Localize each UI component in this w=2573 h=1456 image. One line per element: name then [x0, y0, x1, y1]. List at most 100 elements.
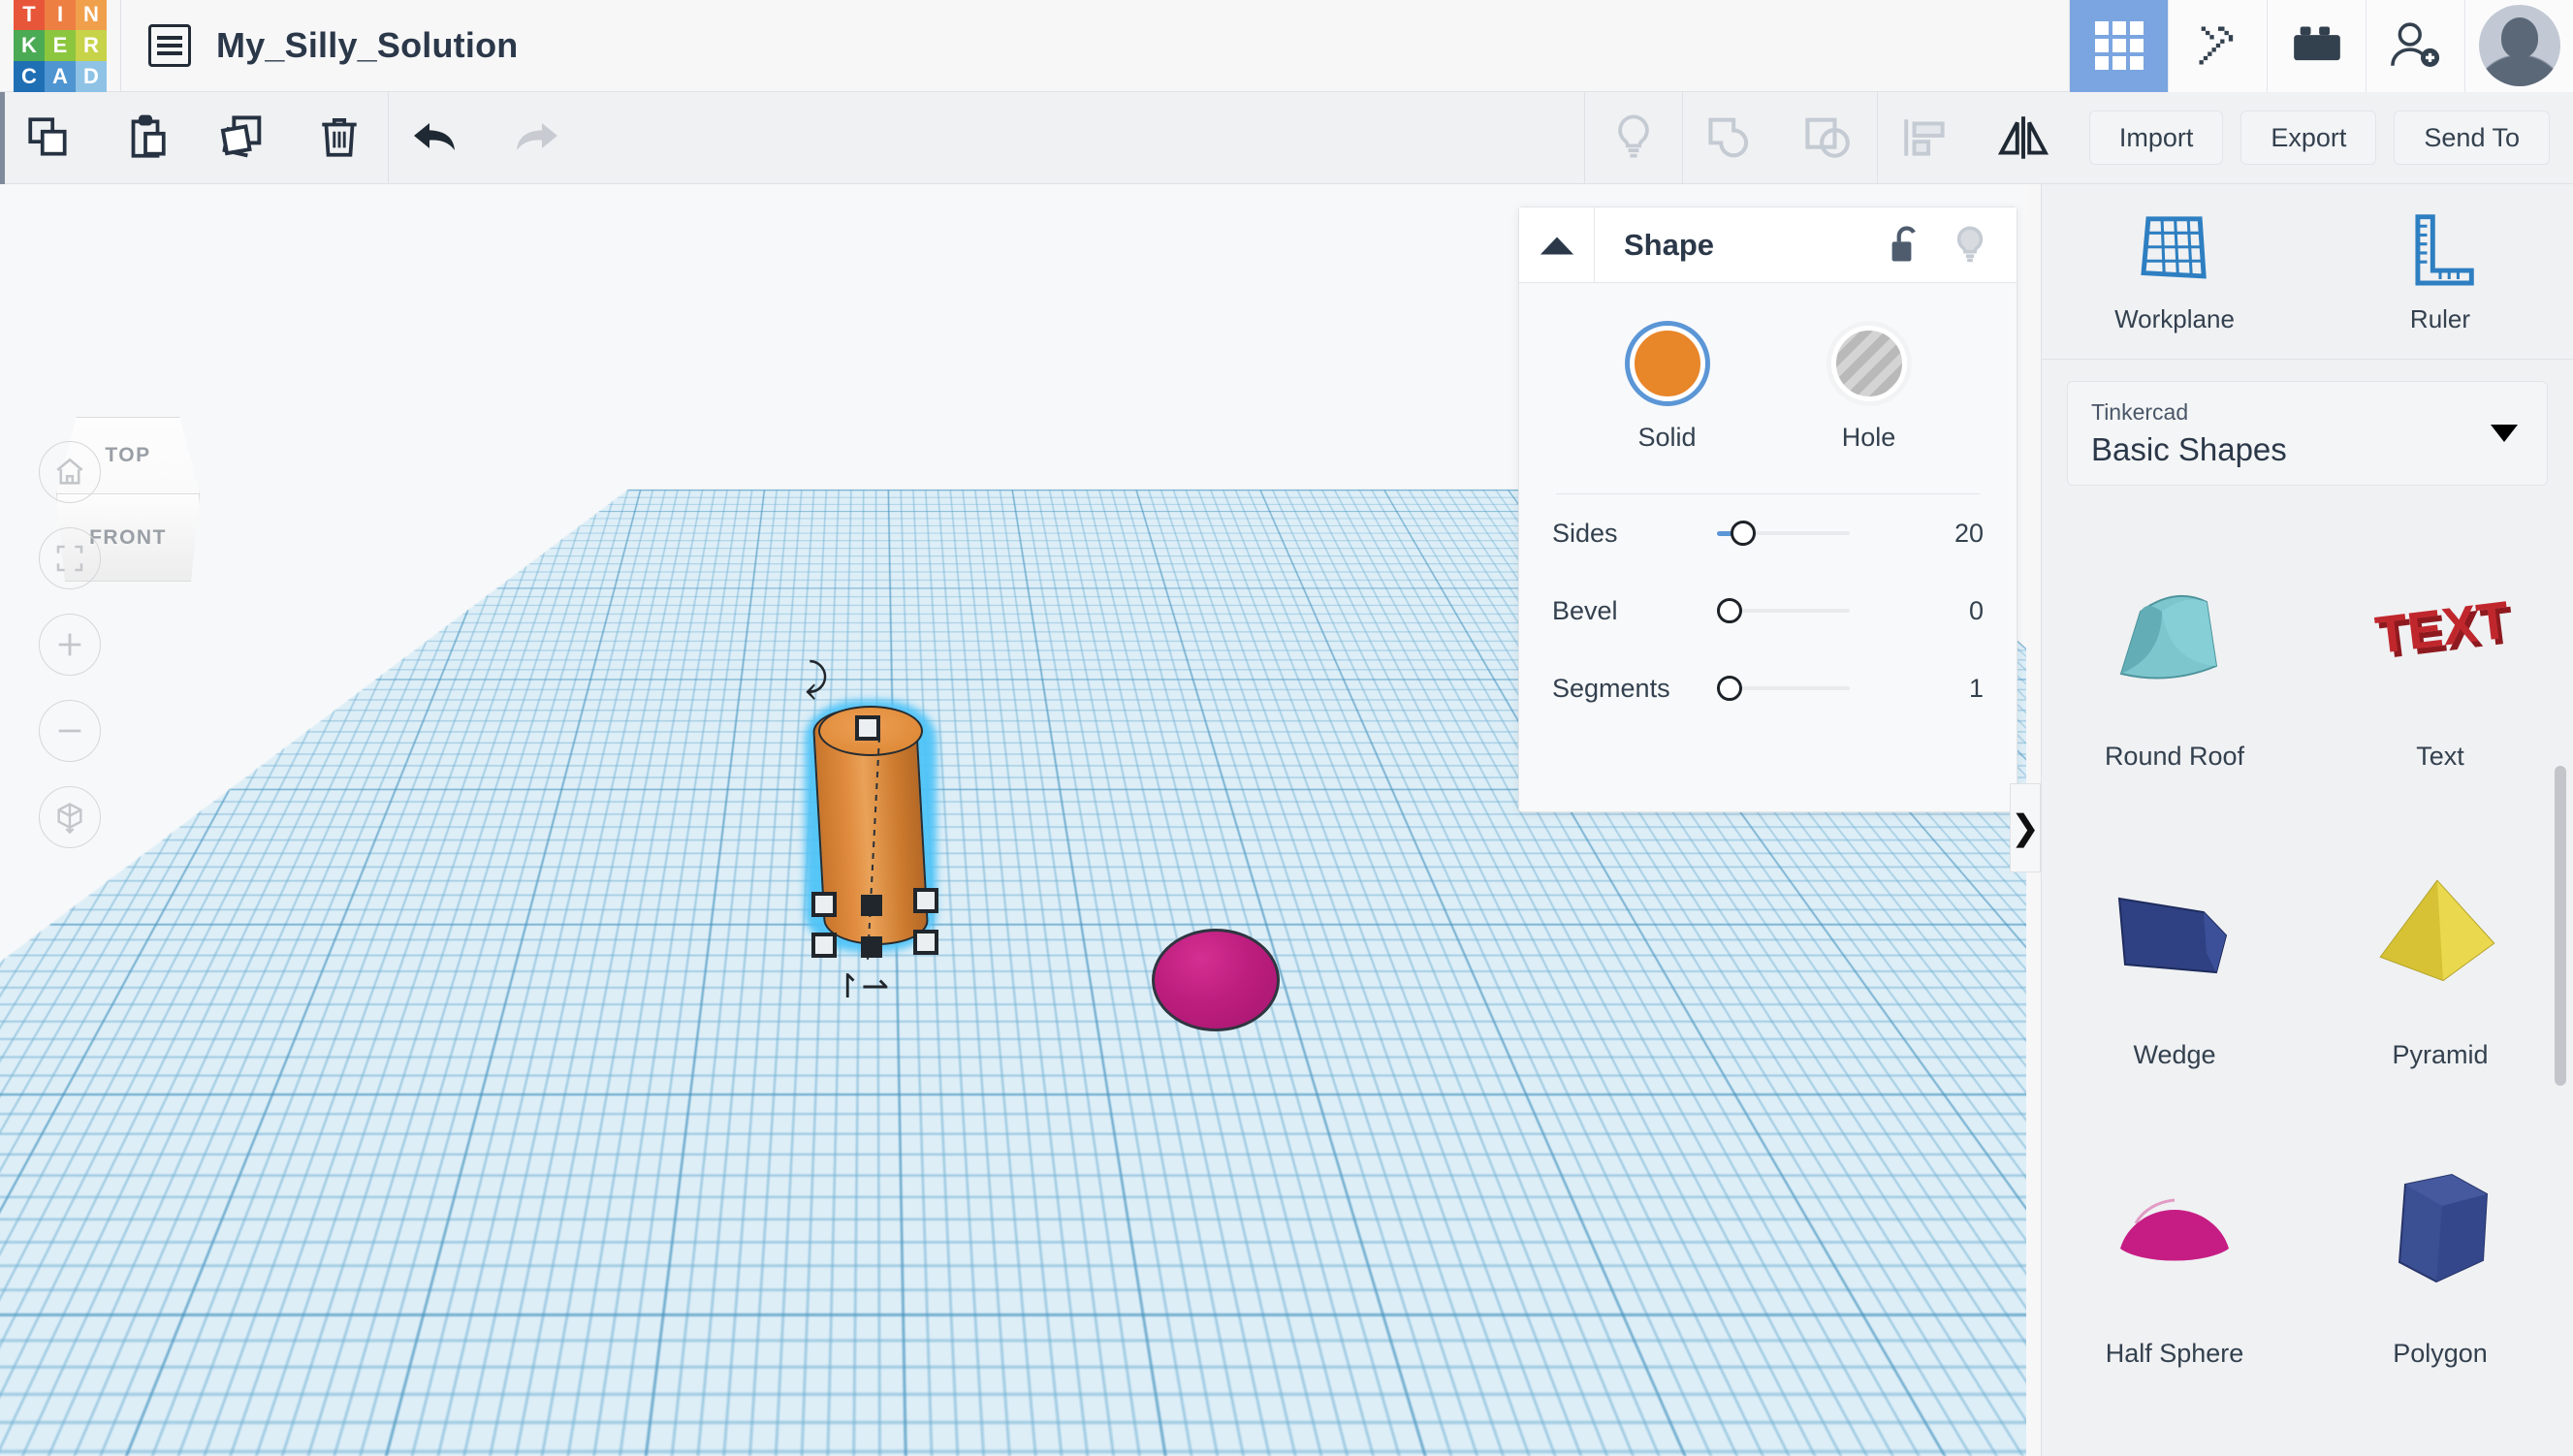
document-title[interactable]: My_Silly_Solution	[216, 25, 518, 66]
undo-button[interactable]	[389, 92, 486, 184]
logo-tile-c: C	[14, 61, 45, 92]
panel-tools-row: Workplane Ruler	[2042, 184, 2573, 359]
mirror-button[interactable]	[1975, 92, 2072, 184]
right-panel: Workplane Ruler Tinkercad Basic Shapes R…	[2041, 184, 2573, 1456]
zoom-in-button[interactable]	[39, 614, 101, 676]
pyramid-label: Pyramid	[2392, 1040, 2489, 1069]
toolbar-action-buttons: Import Export Send To	[2072, 111, 2573, 165]
main-toolbar: Import Export Send To	[0, 91, 2573, 184]
sides-label: Sides	[1552, 518, 1618, 548]
sides-slider[interactable]	[1717, 514, 1896, 553]
ruler-tool[interactable]: Ruler	[2307, 184, 2573, 359]
unlock-icon[interactable]	[1889, 224, 1925, 267]
send-to-button[interactable]: Send To	[2394, 111, 2550, 165]
hole-option[interactable]: Hole	[1830, 326, 1907, 453]
round-roof-shape[interactable]: Round Roof	[2042, 515, 2307, 813]
center-handle[interactable]	[861, 895, 882, 916]
inspector-header: Shape	[1519, 206, 2017, 283]
text-shape[interactable]: TEXT TEXT Text	[2307, 515, 2573, 813]
height-handle[interactable]	[855, 715, 880, 741]
duplicate-button[interactable]	[194, 92, 291, 184]
solid-label: Solid	[1637, 423, 1697, 452]
workplane-tool[interactable]: Workplane	[2042, 184, 2307, 359]
user-avatar[interactable]	[2464, 0, 2573, 92]
home-view-button[interactable]	[39, 441, 101, 503]
inspector-title: Shape	[1624, 227, 1715, 262]
workplane-tool-label: Workplane	[2114, 303, 2235, 333]
apps-grid-icon[interactable]	[2069, 0, 2168, 92]
workplane-icon	[2141, 215, 2207, 279]
light-bulb-button[interactable]	[1585, 92, 1682, 184]
hole-swatch	[1830, 326, 1907, 401]
half-sphere-shape[interactable]: Half Sphere	[2042, 1112, 2307, 1410]
half-sphere-object[interactable]	[1152, 929, 1280, 1031]
topbar-divider	[120, 0, 121, 92]
fit-to-view-button[interactable]	[39, 527, 101, 589]
corner-handle-bottom-right[interactable]	[913, 930, 938, 955]
lego-brick-icon[interactable]	[2267, 0, 2366, 92]
ruler-tool-label: Ruler	[2409, 303, 2471, 333]
polygon-label: Polygon	[2393, 1339, 2488, 1368]
solid-hole-selector: Solid Hole	[1519, 283, 2017, 453]
right-panel-scrollbar[interactable]	[2555, 766, 2566, 1086]
logo-tile-a: A	[45, 61, 76, 92]
group-button[interactable]	[1683, 92, 1780, 184]
bevel-label: Bevel	[1552, 595, 1618, 625]
shape-library-owner: Tinkercad	[2091, 398, 2189, 425]
logo-tile-n: N	[76, 0, 107, 30]
document-list-icon[interactable]	[148, 24, 191, 67]
history-button-group	[389, 92, 583, 184]
pyramid-shape[interactable]: Pyramid	[2307, 813, 2573, 1112]
shape-library-name: Basic Shapes	[2091, 430, 2287, 467]
rotate-bottom-handle-icon[interactable]: ↾⇀	[834, 967, 889, 1006]
paste-button[interactable]	[97, 92, 194, 184]
solid-option[interactable]: Solid	[1629, 326, 1705, 453]
view-cube-front-label: FRONT	[89, 525, 167, 549]
bevel-slider-knob[interactable]	[1717, 598, 1742, 623]
align-button[interactable]	[1878, 92, 1975, 184]
bottom-center-handle[interactable]	[861, 936, 882, 958]
topbar-icon-group	[2069, 0, 2573, 92]
bevel-row: Bevel 0	[1519, 572, 2017, 649]
wedge-label: Wedge	[2133, 1040, 2216, 1069]
import-button[interactable]: Import	[2088, 111, 2224, 165]
round-roof-thumbnail	[2102, 548, 2247, 722]
segments-slider-knob[interactable]	[1717, 676, 1742, 701]
copy-button[interactable]	[0, 92, 97, 184]
shape-inspector-panel: Shape Solid Hole Sides 20 Bevel 0 Segmen…	[1518, 206, 2017, 812]
collapse-inspector-icon[interactable]	[1519, 206, 1595, 283]
polygon-shape[interactable]: Polygon	[2307, 1112, 2573, 1410]
sides-value[interactable]: 20	[1896, 519, 1984, 549]
zoom-out-button[interactable]	[39, 700, 101, 762]
wedge-thumbnail	[2102, 846, 2247, 1021]
shape-library-select[interactable]: Tinkercad Basic Shapes	[2067, 381, 2548, 486]
bevel-value[interactable]: 0	[1896, 596, 1984, 626]
redo-button[interactable]	[486, 92, 583, 184]
panel-tools-divider	[2042, 359, 2573, 360]
minecraft-pickaxe-icon[interactable]	[2168, 0, 2267, 92]
corner-handle-right[interactable]	[913, 888, 938, 913]
invite-person-icon[interactable]	[2366, 0, 2464, 92]
view-cube-top-label: TOP	[105, 444, 151, 466]
light-bulb-icon[interactable]	[1953, 224, 1987, 267]
wedge-shape[interactable]: Wedge	[2042, 813, 2307, 1112]
export-button[interactable]: Export	[2240, 111, 2377, 165]
sides-slider-knob[interactable]	[1731, 521, 1756, 546]
cylinder-object[interactable]: ⤸ ↾⇀	[805, 657, 938, 1005]
collapse-right-panel-tab[interactable]: ❯	[2010, 783, 2041, 872]
segments-slider[interactable]	[1717, 669, 1896, 708]
delete-button[interactable]	[291, 92, 388, 184]
corner-handle-bottom-left[interactable]	[811, 933, 837, 958]
inspector-header-icons	[1889, 224, 2017, 267]
half-sphere-label: Half Sphere	[2105, 1339, 2244, 1368]
chevron-down-icon	[2491, 425, 2518, 442]
ungroup-button[interactable]	[1780, 92, 1877, 184]
tinkercad-logo[interactable]: T I N K E R C A D	[14, 0, 107, 92]
bevel-slider[interactable]	[1717, 591, 1896, 630]
corner-handle-left[interactable]	[811, 892, 837, 917]
logo-tile-i: I	[45, 0, 76, 30]
round-roof-label: Round Roof	[2104, 742, 2245, 771]
perspective-toggle-button[interactable]	[39, 786, 101, 848]
rotate-top-handle-icon[interactable]: ⤸	[805, 657, 828, 701]
segments-value[interactable]: 1	[1896, 674, 1984, 704]
